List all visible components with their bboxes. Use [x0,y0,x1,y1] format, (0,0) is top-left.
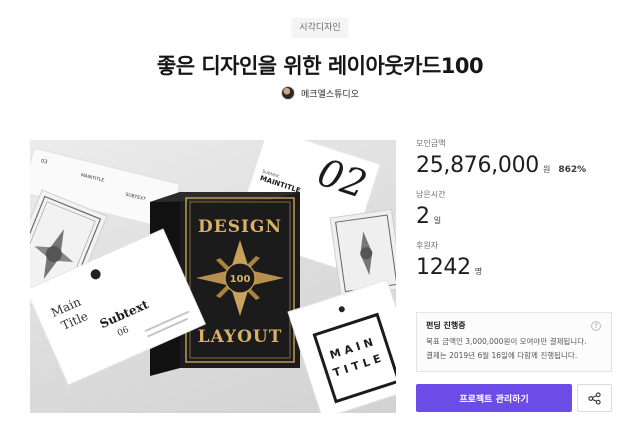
creator-name[interactable]: 메크엘스튜디오 [301,87,359,100]
funding-goal-text: 목표 금액인 3,000,000원이 모여야만 결제됩니다. [426,337,587,346]
backers-stat: 후원자 1242 명 [416,240,612,280]
amount-rate: 862% [558,165,587,175]
funding-status-box: 펀딩 진행중 목표 금액인 3,000,000원이 모여야만 결제됩니다. 결제… [416,312,612,372]
creator[interactable]: 메크엘스튜디오 [281,86,359,100]
category-tag[interactable]: 시각디자인 [291,18,349,38]
deck-title-line2: LAYOUT [198,327,283,347]
project-hero-image: 03 MAINTITLE SUBTEXT 02 Subtext MAINTITL… [30,140,396,413]
share-icon [588,391,601,405]
amount-unit: 원 [542,165,551,174]
time-stat: 남은시간 2 일 [416,189,612,229]
backers-value: 1242 [416,255,471,280]
amount-stat: 모인금액 25,876,000 원 862% [416,138,612,178]
amount-label: 모인금액 [416,139,446,148]
time-unit: 일 [433,216,442,225]
share-button[interactable] [577,384,612,412]
time-value: 2 [416,204,430,229]
deck-title-line1: DESIGN [198,217,282,237]
backers-label: 후원자 [416,241,439,250]
amount-value: 25,876,000 [416,153,539,178]
funding-date-text: 결제는 2019년 6월 16일에 다함께 진행됩니다. [426,351,578,360]
avatar[interactable] [281,86,296,100]
help-icon[interactable]: ? [591,321,601,331]
backers-unit: 명 [474,267,483,276]
time-label: 남은시간 [416,190,446,199]
card-bottom-right: MAIN TITLE [287,279,396,413]
funding-title: 펀딩 진행중 [426,321,466,330]
page-title: 좋은 디자인을 위한 레이아웃카드100 [156,54,484,78]
project-stats: 모인금액 25,876,000 원 862% 남은시간 2 일 후원자 1242… [416,138,612,291]
deck-number: 100 [230,274,251,285]
manage-project-button[interactable]: 프로젝트 관리하기 [416,384,572,412]
hero-illustration: 03 MAINTITLE SUBTEXT 02 Subtext MAINTITL… [30,140,396,413]
